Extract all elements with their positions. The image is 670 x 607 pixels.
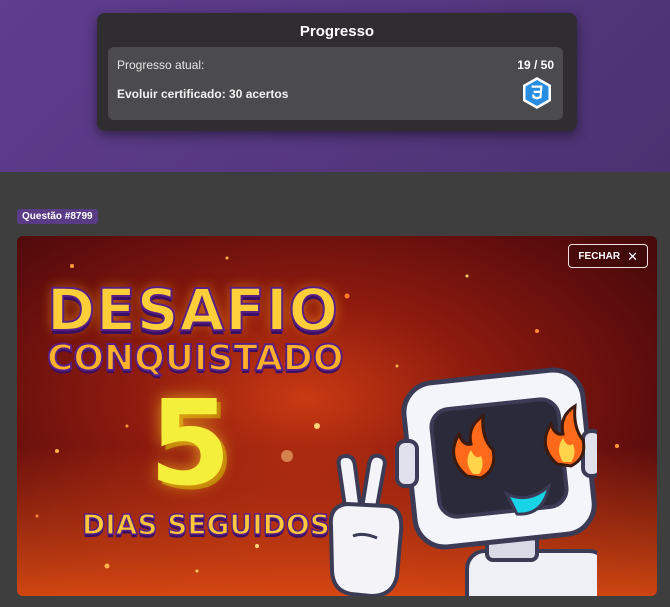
question-tag: Questão #8799 — [17, 209, 98, 224]
progress-card: Progresso Progresso atual: 19 / 50 Evolu… — [97, 13, 577, 131]
close-button[interactable]: FECHAR ✕ — [568, 244, 648, 268]
certificate-requirement: Evoluir certificado: 30 acertos — [117, 87, 289, 101]
robot-mascot — [328, 367, 597, 596]
banner-title-line1: DESAFIO — [46, 275, 339, 345]
close-icon: ✕ — [627, 248, 638, 264]
css3-badge-icon — [523, 77, 551, 109]
streak-label: DIAS SEGUIDOS — [81, 507, 330, 542]
streak-number: 5 — [149, 374, 232, 512]
progress-current-value: 19 / 50 — [517, 58, 554, 72]
banner-title-line2: CONQUISTADO — [46, 337, 344, 380]
progress-title: Progresso — [299, 23, 375, 40]
progress-current-label: Progresso atual: — [117, 58, 205, 72]
close-label: FECHAR — [578, 250, 621, 262]
peace-hand-icon — [328, 453, 404, 596]
header-band: Progresso Progresso atual: 19 / 50 Evolu… — [0, 0, 670, 172]
progress-panel: Progresso atual: 19 / 50 Evoluir certifi… — [108, 47, 563, 120]
achievement-banner: FECHAR ✕ DESAFIO CONQUISTADO 5 DIAS SEGU… — [17, 236, 657, 596]
main-content: Questão #8799 FECHAR ✕ DESAFIO CONQUISTA… — [0, 172, 670, 607]
